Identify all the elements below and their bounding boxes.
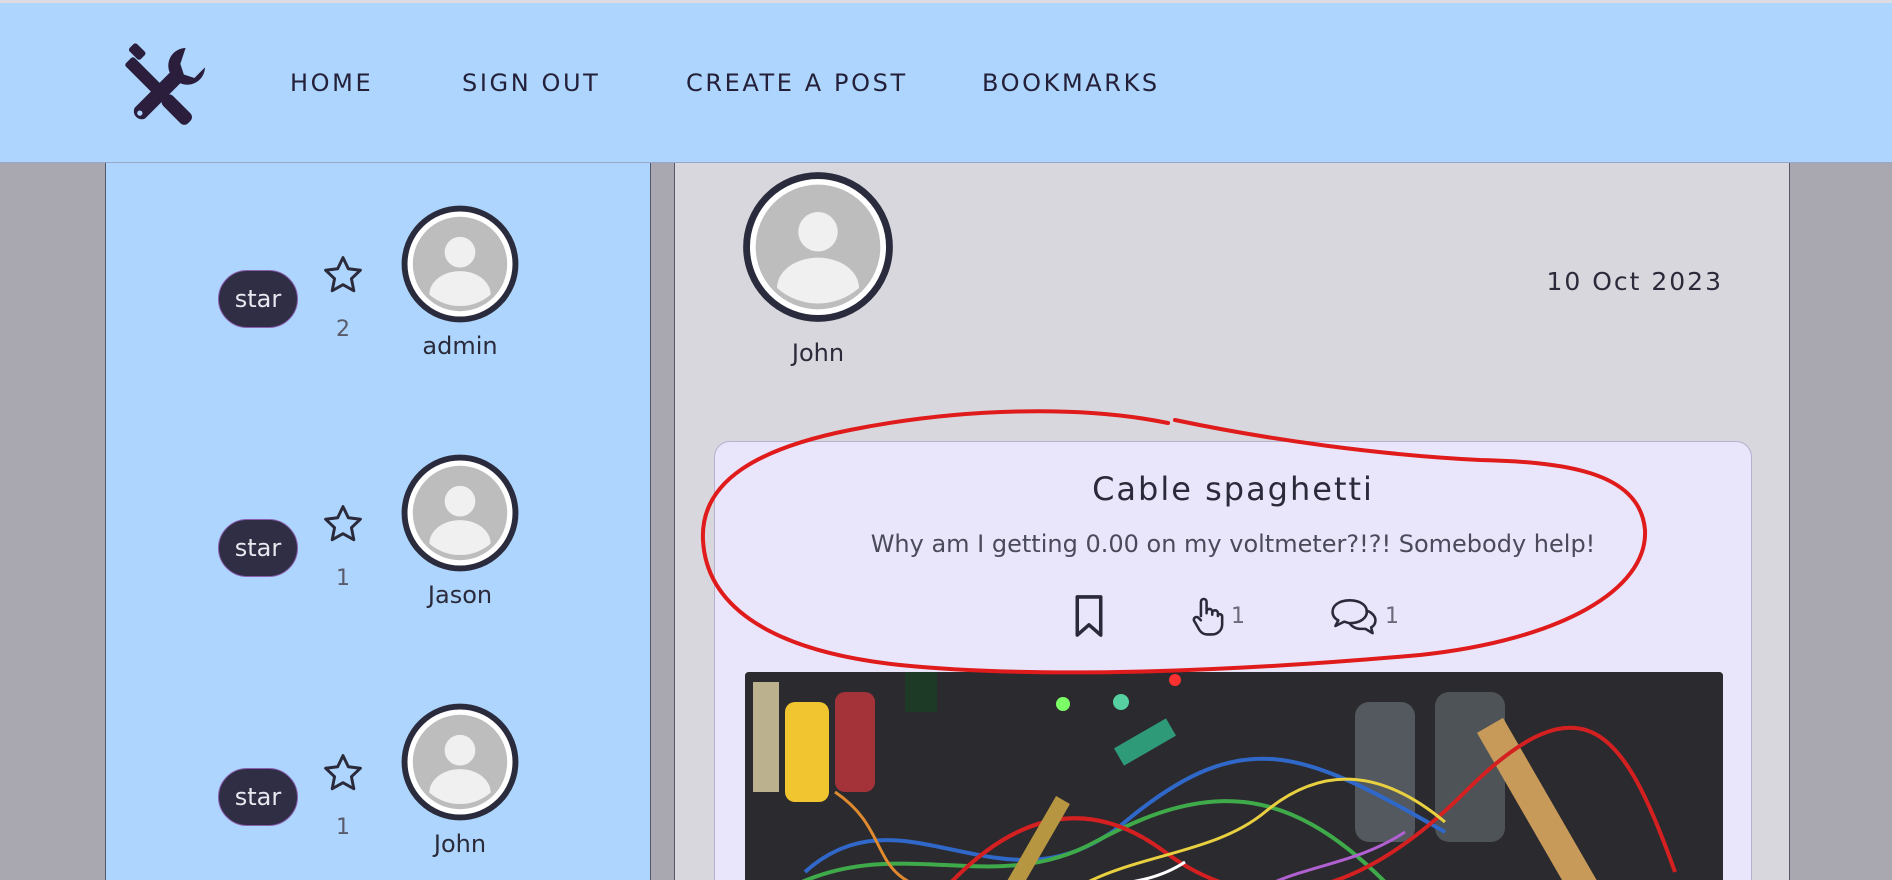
post-body: Why am I getting 0.00 on my voltmeter?!?…	[870, 530, 1596, 558]
star-count: 1	[336, 566, 350, 591]
post-author-name[interactable]: John	[718, 339, 918, 367]
avatar-icon[interactable]	[401, 454, 519, 572]
hand-pointer-icon	[1192, 597, 1224, 636]
avatar-icon[interactable]	[401, 205, 519, 323]
nav-home-link[interactable]: HOME	[290, 69, 373, 97]
star-button[interactable]: star	[218, 519, 298, 577]
bookmark-button[interactable]	[1071, 594, 1107, 638]
nav-create-post-link[interactable]: CREATE A POST	[686, 69, 908, 97]
post-card[interactable]: Cable spaghetti Why am I getting 0.00 on…	[714, 441, 1752, 880]
nav-sign-out-link[interactable]: SIGN OUT	[462, 69, 600, 97]
user-list-item: star 2 admin	[106, 203, 650, 383]
user-sidebar: star 2 admin star 1 Jason star 1 John	[105, 163, 651, 880]
user-name[interactable]: John	[376, 830, 544, 858]
post-image[interactable]	[745, 672, 1723, 880]
post-date: 10 Oct 2023	[1546, 267, 1723, 296]
like-count: 1	[1231, 603, 1245, 629]
user-name[interactable]: admin	[376, 332, 544, 360]
avatar-icon[interactable]	[401, 703, 519, 821]
comments-icon	[1331, 599, 1377, 635]
star-button[interactable]: star	[218, 768, 298, 826]
author-avatar-icon[interactable]	[742, 171, 894, 323]
like-button[interactable]: 1	[1191, 594, 1245, 638]
star-count: 1	[336, 815, 350, 840]
user-list-item: star 1 John	[106, 701, 650, 880]
user-list-item: star 1 Jason	[106, 452, 650, 632]
star-button[interactable]: star	[218, 270, 298, 328]
star-icon[interactable]	[321, 253, 365, 297]
tools-logo-icon[interactable]	[124, 41, 212, 129]
nav-bookmarks-link[interactable]: BOOKMARKS	[982, 69, 1160, 97]
navbar: HOME SIGN OUT CREATE A POST BOOKMARKS	[0, 3, 1892, 163]
cables-photo-icon	[745, 672, 1723, 880]
post-title: Cable spaghetti	[1092, 470, 1374, 508]
bookmark-icon	[1075, 595, 1103, 637]
star-count: 2	[336, 317, 350, 342]
comments-button[interactable]: 1	[1329, 594, 1399, 638]
post-panel: John 10 Oct 2023 Cable spaghetti Why am …	[674, 163, 1790, 880]
user-name[interactable]: Jason	[376, 581, 544, 609]
star-icon[interactable]	[321, 751, 365, 795]
star-icon[interactable]	[321, 502, 365, 546]
comment-count: 1	[1385, 603, 1399, 629]
